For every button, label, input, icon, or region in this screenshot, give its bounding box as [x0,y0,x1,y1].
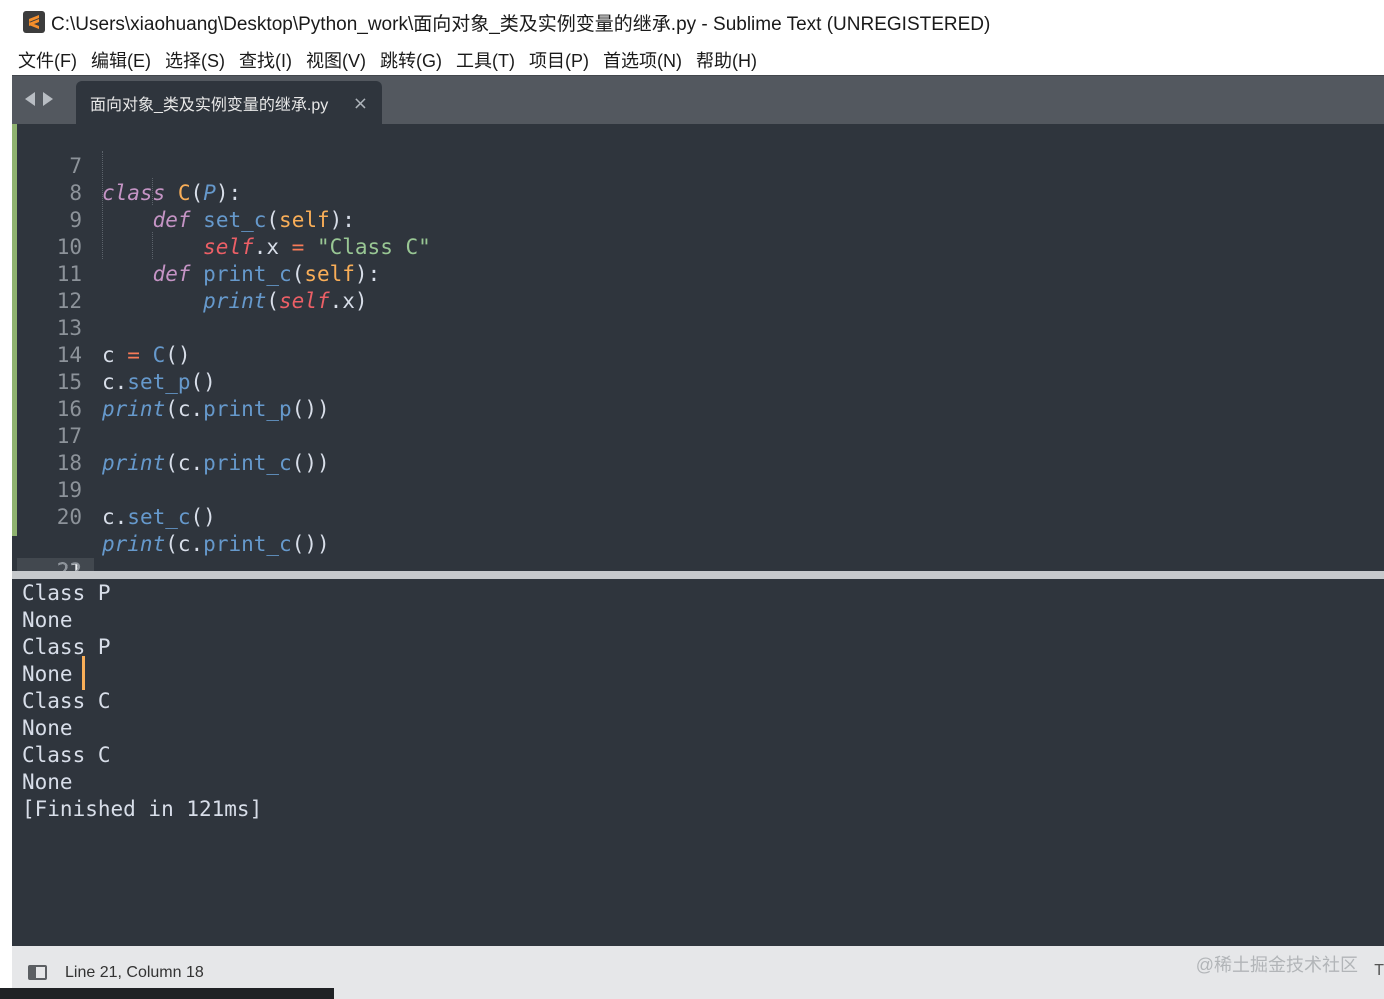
title-bar: C:\Users\xiaohuang\Desktop\Python_work\面… [0,0,1384,44]
code-line: 11 print(self.x) [12,234,1384,313]
code-line: 13 c = C() [12,288,1384,367]
tab-label: 面向对象_类及实例变量的继承.py [90,97,329,114]
menu-view[interactable]: 视图(V) [306,47,366,73]
menu-tools[interactable]: 工具(T) [456,47,515,73]
code-line: 18 [12,423,1384,475]
output-line: Class P [22,581,111,605]
code-line: 7 class C(P): [12,126,1384,205]
output-line: [Finished in 121ms] [22,797,263,821]
tab-active-file[interactable]: 面向对象_类及实例变量的继承.py × [76,81,382,125]
menu-edit[interactable]: 编辑(E) [91,47,151,73]
build-output-panel[interactable]: Class P None Class P None Class C None C… [12,579,1384,946]
menu-goto[interactable]: 跳转(G) [380,47,442,73]
line-number: 22 [56,559,82,571]
code-line: 19 c.set_c() [12,450,1384,529]
code-line: 10 def print_c(self): [12,207,1384,286]
cursor-position: Line 21, Column 18 [65,963,204,981]
code-line: 12 [12,261,1384,313]
output-line: Class P [22,635,111,659]
panel-toggle-icon[interactable] [28,965,47,980]
code-line: 15 print(c.print_p()) [12,342,1384,421]
menu-find[interactable]: 查找(I) [239,47,292,73]
menu-project[interactable]: 项目(P) [529,47,589,73]
output-line: None [22,662,73,686]
code-line: 17 print(c.print_c()) [12,396,1384,475]
tab-bar: 面向对象_类及实例变量的继承.py × [12,75,1384,125]
sublime-text-icon [23,11,45,33]
code-line-current: 21 print(c.print_p()) [12,504,1384,571]
arrow-left-icon[interactable] [24,91,36,107]
code-line: 8 def set_c(self): [12,153,1384,232]
menu-file[interactable]: 文件(F) [18,47,77,73]
arrow-right-icon[interactable] [42,91,54,107]
window-left-edge [0,75,12,999]
menu-bar: 文件(F) 编辑(E) 选择(S) 查找(I) 视图(V) 跳转(G) 工具(T… [0,44,1384,75]
text-caret [82,656,85,690]
code-line: 14 c.set_p() [12,315,1384,394]
taskbar-edge [0,988,334,999]
window-title: C:\Users\xiaohuang\Desktop\Python_work\面… [51,13,991,35]
code-line: 20 print(c.print_c()) [12,477,1384,556]
code-editor[interactable]: 7 class C(P): 8 def set_c(self): 9 self.… [12,124,1384,571]
output-line: None [22,716,73,740]
menu-selection[interactable]: 选择(S) [165,47,225,73]
code-line: 22 [12,531,1384,571]
close-icon[interactable]: × [353,93,368,114]
watermark: @稀土掘金技术社区 [1195,955,1358,975]
output-line: Class C [22,743,111,767]
menu-help[interactable]: 帮助(H) [696,47,757,73]
code-line: 16 [12,369,1384,421]
panel-splitter[interactable] [12,571,1384,579]
menu-preferences[interactable]: 首选项(N) [603,47,682,73]
code-line: 9 self.x = "Class C" [12,180,1384,259]
output-line: Class C [22,689,111,713]
tab-navigation [24,91,54,107]
output-line: None [22,608,73,632]
output-line: None [22,770,73,794]
offscreen-status-text: T [1374,962,1384,979]
